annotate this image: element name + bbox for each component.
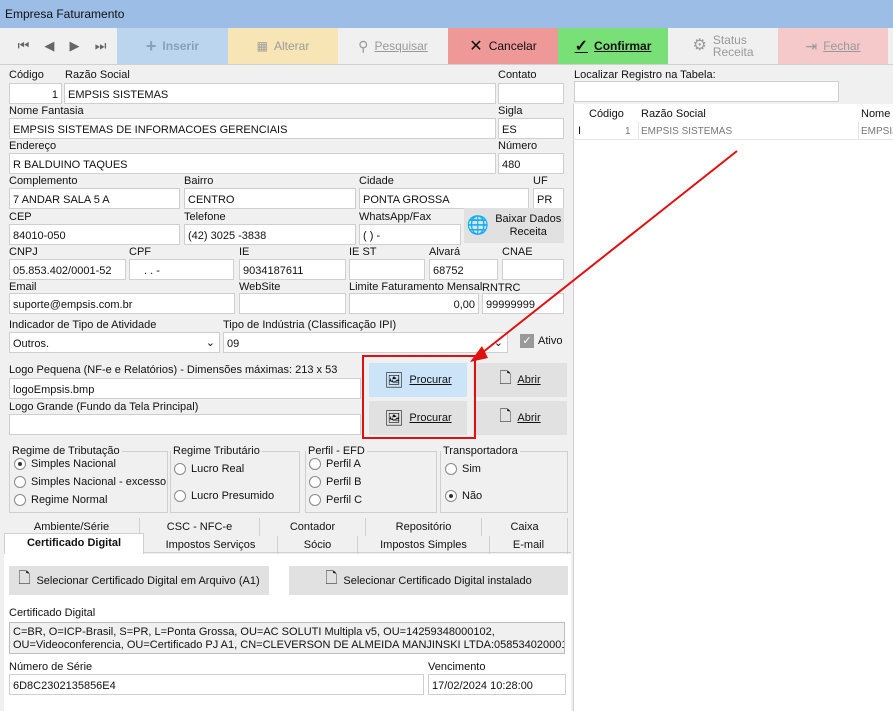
annotation-arrow	[470, 150, 738, 362]
